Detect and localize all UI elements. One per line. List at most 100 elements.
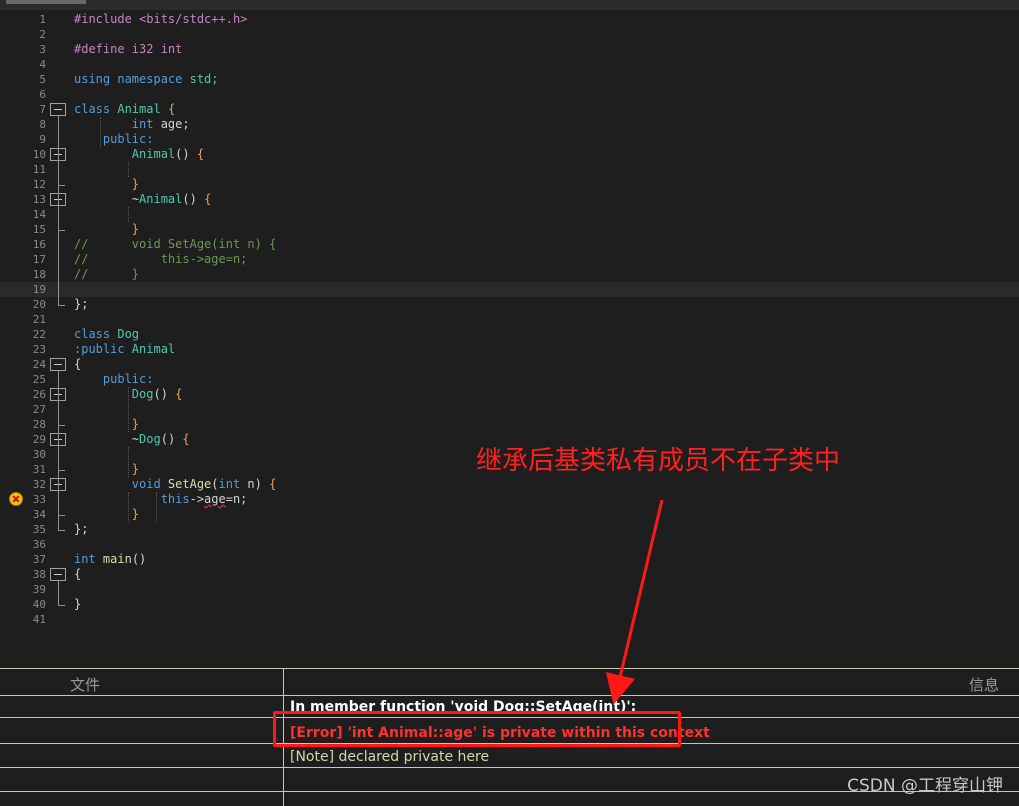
code-line[interactable]: 8 int age; — [0, 117, 1019, 132]
fold-end-mark — [58, 605, 65, 606]
code-line[interactable]: 9 public: — [0, 132, 1019, 147]
code-line[interactable]: 11 — [0, 162, 1019, 177]
code-text[interactable]: } — [74, 177, 139, 192]
code-line[interactable]: 5 using namespace std; — [0, 72, 1019, 87]
code-line[interactable]: 39 — [0, 582, 1019, 597]
error-marker-icon[interactable] — [9, 492, 23, 506]
editor-tab[interactable] — [6, 0, 86, 4]
code-text[interactable]: ~Animal() { — [74, 192, 212, 207]
error-highlight-box — [273, 711, 681, 747]
code-line[interactable]: 38 { — [0, 567, 1019, 582]
code-line[interactable]: 24 { — [0, 357, 1019, 372]
code-text[interactable]: } — [74, 222, 139, 237]
code-token: { — [175, 387, 183, 401]
code-line[interactable]: 26 Dog() { — [0, 387, 1019, 402]
code-text[interactable]: public: — [74, 372, 154, 387]
fold-toggle-icon[interactable] — [50, 358, 66, 371]
code-text[interactable]: #define i32 int — [74, 42, 182, 57]
fold-toggle-icon[interactable] — [50, 103, 66, 116]
code-text[interactable]: } — [74, 597, 81, 612]
code-token: int — [74, 117, 161, 131]
code-line[interactable]: 7 class Animal { — [0, 102, 1019, 117]
line-number: 31 — [32, 463, 46, 476]
code-line[interactable]: 22 class Dog — [0, 327, 1019, 342]
code-line[interactable]: 4 — [0, 57, 1019, 72]
code-text[interactable]: }; — [74, 297, 88, 312]
code-token: n) — [247, 477, 270, 491]
code-line[interactable]: 40} — [0, 597, 1019, 612]
line-number: 8 — [39, 118, 46, 131]
line-number: 11 — [32, 163, 46, 176]
code-line[interactable]: 10 Animal() { — [0, 147, 1019, 162]
line-number: 32 — [32, 478, 46, 491]
code-text[interactable]: { — [74, 567, 81, 582]
code-text[interactable]: void SetAge(int n) { — [74, 477, 277, 492]
fold-toggle-icon[interactable] — [50, 568, 66, 581]
code-line[interactable]: 23 :public Animal — [0, 342, 1019, 357]
code-text[interactable]: ~Dog() { — [74, 432, 190, 447]
code-text[interactable]: class Animal { — [74, 102, 175, 117]
code-editor[interactable]: 1 #include <bits/stdc++.h> 2 3 #define i32 i… — [0, 10, 1019, 658]
row-divider — [0, 767, 1019, 768]
code-line[interactable]: 28 } — [0, 417, 1019, 432]
code-token: main — [102, 552, 132, 566]
code-line[interactable]: 21 — [0, 312, 1019, 327]
code-line[interactable]: 19 — [0, 282, 1019, 297]
code-text[interactable]: // } — [74, 267, 139, 282]
indent-guide — [128, 447, 129, 477]
code-token: std; — [189, 72, 219, 86]
code-line[interactable]: 13 ~Animal() { — [0, 192, 1019, 207]
code-line[interactable]: 6 — [0, 87, 1019, 102]
code-line[interactable]: 12 } — [0, 177, 1019, 192]
code-line[interactable]: 32 void SetAge(int n) { — [0, 477, 1019, 492]
code-line[interactable]: 20}; — [0, 297, 1019, 312]
code-line[interactable]: 17 // this->age=n; — [0, 252, 1019, 267]
column-header-info[interactable]: 信息 — [969, 674, 999, 695]
code-text[interactable]: // void SetAge(int n) { — [74, 237, 276, 252]
code-text[interactable]: :public Animal — [74, 342, 175, 357]
code-line[interactable]: 27 — [0, 402, 1019, 417]
code-text[interactable]: Animal() { — [74, 147, 204, 162]
code-line[interactable]: 37 int main() — [0, 552, 1019, 567]
code-text[interactable]: this->age=n; — [74, 492, 248, 507]
line-number: 23 — [32, 343, 46, 356]
code-text[interactable]: // this->age=n; — [74, 252, 247, 267]
code-token: } — [74, 597, 82, 611]
code-line[interactable]: 36 — [0, 537, 1019, 552]
code-line[interactable]: 1 #include <bits/stdc++.h> — [0, 12, 1019, 27]
code-text[interactable]: } — [74, 462, 139, 477]
code-line[interactable]: 33 this->age=n; — [0, 492, 1019, 507]
code-text[interactable]: int main() — [74, 552, 146, 567]
code-text[interactable]: #include <bits/stdc++.h> — [74, 12, 247, 27]
code-text[interactable]: int age; — [74, 117, 190, 132]
code-text[interactable]: public: — [74, 132, 154, 147]
code-token: Animal — [139, 192, 183, 206]
code-token: } — [74, 177, 140, 191]
line-number: 35 — [32, 523, 46, 536]
code-token: ( — [211, 477, 219, 491]
code-text[interactable]: class Dog — [74, 327, 139, 342]
code-line[interactable]: 18 // } — [0, 267, 1019, 282]
column-header-file[interactable]: 文件 — [70, 674, 100, 695]
code-line[interactable]: 15 } — [0, 222, 1019, 237]
code-token: =n; — [225, 492, 248, 506]
line-number: 26 — [32, 388, 46, 401]
code-text[interactable]: { — [74, 357, 81, 372]
code-line[interactable]: 35}; — [0, 522, 1019, 537]
code-line[interactable]: 14 — [0, 207, 1019, 222]
code-text[interactable]: } — [74, 507, 139, 522]
code-line[interactable]: 34 } — [0, 507, 1019, 522]
code-line[interactable]: 3 #define i32 int — [0, 42, 1019, 57]
message-row-note[interactable]: [Note] declared private here — [290, 749, 489, 765]
code-token: () — [131, 552, 147, 566]
fold-range-line — [58, 491, 59, 515]
code-line[interactable]: 16 // void SetAge(int n) { — [0, 237, 1019, 252]
code-line[interactable]: 25 public: — [0, 372, 1019, 387]
code-line[interactable]: 2 — [0, 27, 1019, 42]
code-text[interactable]: using namespace std; — [74, 72, 219, 87]
code-text[interactable]: }; — [74, 522, 88, 537]
code-line[interactable]: 41 — [0, 612, 1019, 627]
line-number: 1 — [39, 13, 46, 26]
code-text[interactable]: } — [74, 417, 139, 432]
code-token: Dog — [117, 327, 140, 341]
